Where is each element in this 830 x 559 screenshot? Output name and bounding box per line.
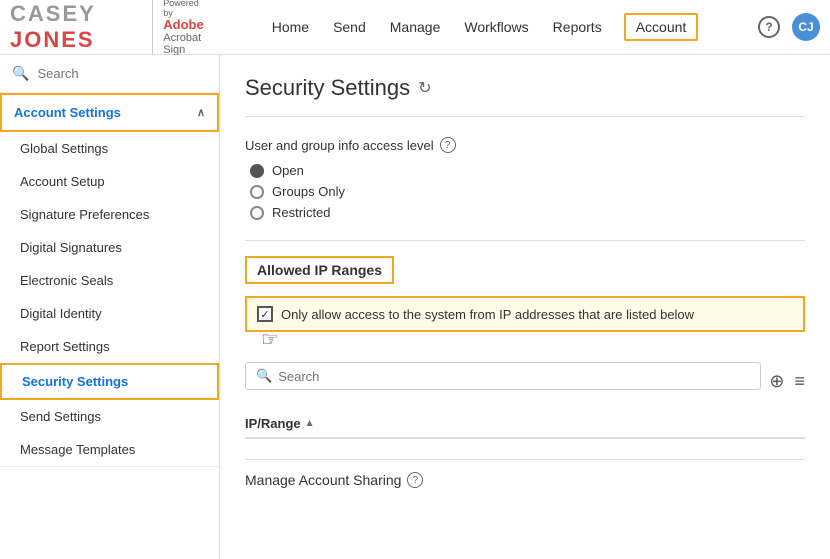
ip-search-bar[interactable]: 🔍: [245, 362, 761, 390]
powered-by-text: Powered by: [163, 0, 210, 18]
ip-table-header: IP/Range ▲: [245, 410, 805, 439]
nav-reports[interactable]: Reports: [551, 14, 604, 40]
search-icon: 🔍: [12, 65, 29, 82]
manage-sharing-section: Manage Account Sharing ?: [245, 459, 805, 488]
ip-restriction-checkbox-row[interactable]: ✓ Only allow access to the system from I…: [245, 296, 805, 332]
user-group-section: User and group info access level ? Open …: [245, 137, 805, 220]
search-icon-ip: 🔍: [256, 368, 272, 384]
user-group-info-icon[interactable]: ?: [440, 137, 456, 153]
account-settings-header[interactable]: Account Settings ∧: [0, 93, 219, 132]
ip-ranges-section: Allowed IP Ranges ✓ Only allow access to…: [245, 256, 805, 439]
avatar[interactable]: CJ: [792, 13, 820, 41]
sidebar-item-report-settings[interactable]: Report Settings: [0, 330, 219, 363]
sidebar-item-message-templates[interactable]: Message Templates: [0, 433, 219, 466]
checkbox-checked-icon[interactable]: ✓: [257, 306, 273, 322]
menu-icon[interactable]: ≡: [794, 371, 805, 392]
refresh-icon[interactable]: ↻: [418, 78, 431, 98]
sidebar-item-digital-signatures[interactable]: Digital Signatures: [0, 231, 219, 264]
sort-arrow-icon[interactable]: ▲: [305, 418, 315, 429]
logo-area: CASEY JONES Powered by Adobe Acrobat Sig…: [10, 0, 210, 56]
radio-filled-icon: [250, 164, 264, 178]
nav-manage[interactable]: Manage: [388, 14, 443, 40]
sidebar-item-account-setup[interactable]: Account Setup: [0, 165, 219, 198]
nav-workflows[interactable]: Workflows: [462, 14, 530, 40]
top-nav: CASEY JONES Powered by Adobe Acrobat Sig…: [0, 0, 830, 55]
nav-send[interactable]: Send: [331, 14, 368, 40]
sidebar-item-security-settings[interactable]: Security Settings: [0, 363, 219, 400]
sidebar-item-digital-identity[interactable]: Digital Identity: [0, 297, 219, 330]
search-input[interactable]: [37, 66, 213, 81]
radio-open-label: Open: [272, 163, 304, 178]
manage-sharing-label: Manage Account Sharing: [245, 472, 401, 488]
account-settings-section: Account Settings ∧ Global Settings Accou…: [0, 93, 219, 467]
radio-restricted-label: Restricted: [272, 205, 331, 220]
chevron-up-icon: ∧: [197, 106, 205, 119]
radio-empty-icon-2: [250, 206, 264, 220]
page-title: Security Settings ↻: [245, 75, 805, 117]
ip-search-actions: ⊕ ≡: [769, 371, 805, 392]
manage-sharing-info-icon[interactable]: ?: [407, 472, 423, 488]
add-icon[interactable]: ⊕: [769, 371, 784, 392]
nav-links: Home Send Manage Workflows Reports Accou…: [210, 13, 758, 41]
sidebar-item-signature-preferences[interactable]: Signature Preferences: [0, 198, 219, 231]
ip-ranges-header: Allowed IP Ranges: [245, 256, 394, 284]
adobe-brand: Adobe: [163, 18, 210, 32]
nav-home[interactable]: Home: [270, 14, 311, 40]
sidebar: 🔍 Account Settings ∧ Global Settings Acc…: [0, 55, 220, 559]
content-area: Security Settings ↻ User and group info …: [220, 55, 830, 559]
radio-groups-only-label: Groups Only: [272, 184, 345, 199]
nav-right: ? CJ: [758, 13, 820, 41]
ip-range-column-header: IP/Range ▲: [245, 416, 315, 431]
account-settings-label: Account Settings: [14, 105, 121, 120]
logo-casey: CASEY: [10, 1, 96, 26]
divider: [245, 240, 805, 241]
sidebar-item-electronic-seals[interactable]: Electronic Seals: [0, 264, 219, 297]
sidebar-item-send-settings[interactable]: Send Settings: [0, 400, 219, 433]
powered-by: Powered by Adobe Acrobat Sign: [152, 0, 210, 56]
access-level-radio-group: Open Groups Only Restricted: [245, 163, 805, 220]
ip-checkbox-label: Only allow access to the system from IP …: [281, 307, 694, 322]
radio-open[interactable]: Open: [250, 163, 805, 178]
ip-search-input[interactable]: [278, 369, 750, 384]
radio-groups-only[interactable]: Groups Only: [250, 184, 805, 199]
logo: CASEY JONES: [10, 1, 139, 53]
cursor-pointer-icon: ☞: [261, 327, 279, 352]
help-icon[interactable]: ?: [758, 16, 780, 38]
user-group-label: User and group info access level ?: [245, 137, 805, 153]
logo-jones: JONES: [10, 27, 95, 52]
nav-account[interactable]: Account: [624, 13, 699, 41]
adobe-sub: Acrobat Sign: [163, 32, 210, 56]
radio-empty-icon: [250, 185, 264, 199]
main-layout: 🔍 Account Settings ∧ Global Settings Acc…: [0, 55, 830, 559]
search-box[interactable]: 🔍: [0, 55, 219, 93]
sidebar-item-global-settings[interactable]: Global Settings: [0, 132, 219, 165]
radio-restricted[interactable]: Restricted: [250, 205, 805, 220]
